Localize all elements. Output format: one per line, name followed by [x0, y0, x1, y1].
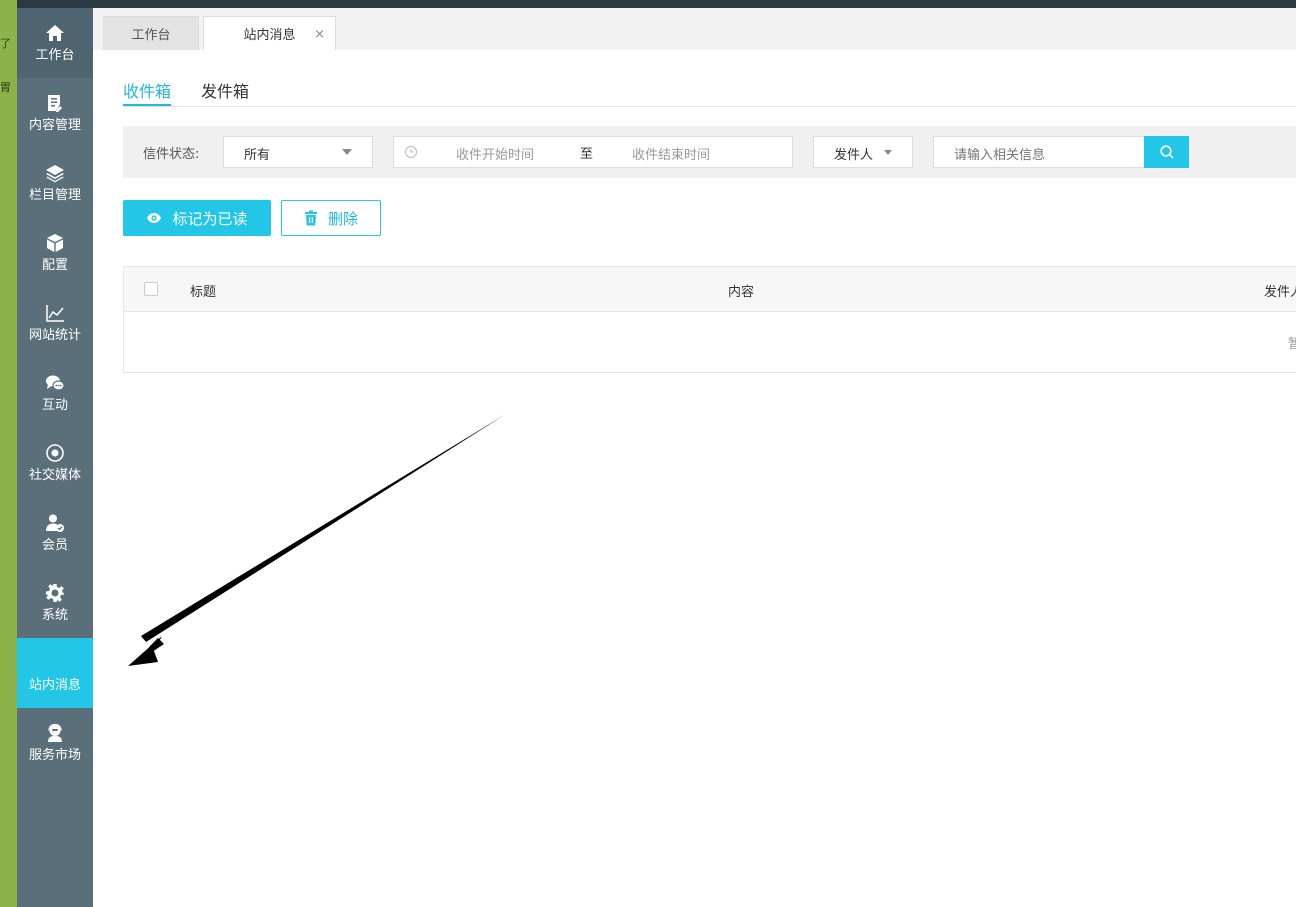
sidebar: 工作台 内容管理 栏目管理 配置 网站统计 互动 社交媒体 会员 系统 站内消息…: [17, 8, 93, 907]
sidebar-item-label: 工作台: [35, 48, 75, 63]
chevron-down-icon: [342, 149, 352, 155]
mailbox-tabs: 收件箱 发件箱: [123, 74, 1296, 107]
sidebar-item-label: 栏目管理: [28, 188, 81, 203]
sidebar-item-label: 网站统计: [28, 328, 81, 343]
sidebar-item-system[interactable]: 系统: [17, 568, 93, 638]
close-icon[interactable]: ×: [314, 27, 325, 42]
table-header: 标题 内容 发件人: [124, 267, 1296, 312]
home-icon: [44, 22, 66, 44]
sidebar-item-label: 互动: [41, 398, 68, 413]
tab-label: 工作台: [131, 28, 171, 43]
tab-workbench[interactable]: 工作台: [103, 16, 199, 50]
sidebar-item-label: 内容管理: [28, 118, 81, 133]
cube-icon: [44, 232, 66, 254]
message-table: 标题 内容 发件人 暂: [123, 266, 1296, 373]
edge-glyph-2: 胃: [0, 81, 11, 94]
status-label: 信件状态:: [143, 147, 200, 162]
mark-read-button[interactable]: 标记为已读: [123, 200, 271, 236]
sidebar-item-label: 配置: [41, 258, 68, 273]
date-separator: 至: [580, 147, 594, 162]
search-icon: [1159, 145, 1174, 159]
sidebar-item-content[interactable]: 内容管理: [17, 78, 93, 148]
delete-label: 删除: [327, 209, 358, 228]
mark-read-label: 标记为已读: [172, 209, 248, 228]
status-select[interactable]: 所有: [223, 136, 373, 168]
sidebar-item-member[interactable]: 会员: [17, 498, 93, 568]
layers-icon: [44, 162, 66, 184]
column-content: 内容: [728, 285, 755, 300]
sender-select[interactable]: 发件人: [813, 136, 913, 168]
sidebar-item-label: 社交媒体: [28, 468, 81, 483]
support-icon: [44, 722, 66, 744]
sidebar-item-interact[interactable]: 互动: [17, 358, 93, 428]
column-title: 标题: [190, 285, 217, 300]
sidebar-item-label: 站内消息: [28, 678, 81, 693]
sidebar-item-config[interactable]: 配置: [17, 218, 93, 288]
top-bar: [0, 0, 1296, 8]
tab-label: 站内消息: [243, 28, 296, 43]
tab-inbox[interactable]: 收件箱: [123, 78, 172, 106]
sidebar-item-workbench[interactable]: 工作台: [17, 8, 93, 78]
search-input[interactable]: [933, 136, 1145, 168]
date-range-picker[interactable]: 收件开始时间 至 收件结束时间: [393, 136, 793, 168]
sidebar-item-market[interactable]: 服务市场: [17, 708, 93, 778]
empty-state-text: 暂: [1288, 337, 1296, 352]
tab-messages[interactable]: 站内消息 ×: [203, 16, 336, 50]
annotation-arrow: [128, 414, 506, 666]
sidebar-item-social[interactable]: 社交媒体: [17, 428, 93, 498]
line-chart-icon: [44, 302, 66, 324]
chat-icon: [44, 372, 66, 394]
start-date-input[interactable]: 收件开始时间: [456, 144, 534, 163]
end-date-input[interactable]: 收件结束时间: [632, 144, 710, 163]
status-value: 所有: [244, 148, 271, 163]
document-edit-icon: [44, 92, 66, 114]
message-icon: [44, 652, 66, 674]
delete-button[interactable]: 删除: [281, 200, 381, 236]
sidebar-item-label: 系统: [41, 608, 68, 623]
sidebar-item-label: 服务市场: [28, 748, 81, 763]
member-icon: [44, 512, 66, 534]
sender-value: 发件人: [834, 148, 874, 163]
sidebar-item-messages[interactable]: 站内消息: [17, 638, 93, 708]
eye-icon: [147, 213, 162, 223]
filter-bar: 信件状态: 所有 收件开始时间 至 收件结束时间 发件人: [123, 126, 1296, 178]
chevron-down-icon: [884, 150, 892, 155]
gear-icon: [44, 582, 66, 604]
sidebar-item-stats[interactable]: 网站统计: [17, 288, 93, 358]
select-all-checkbox[interactable]: [144, 282, 158, 296]
target-icon: [44, 442, 66, 464]
tab-bar: 工作台 站内消息 ×: [93, 8, 1296, 50]
clock-icon: [405, 146, 417, 158]
sidebar-item-columns[interactable]: 栏目管理: [17, 148, 93, 218]
left-edge-strip: 了 胃: [0, 0, 17, 907]
trash-icon: [304, 210, 317, 226]
edge-glyph-1: 了: [0, 37, 11, 50]
sidebar-item-label: 会员: [41, 538, 68, 553]
search-button[interactable]: [1144, 136, 1189, 168]
tab-outbox[interactable]: 发件箱: [201, 78, 249, 106]
column-sender: 发件人: [1264, 285, 1296, 300]
